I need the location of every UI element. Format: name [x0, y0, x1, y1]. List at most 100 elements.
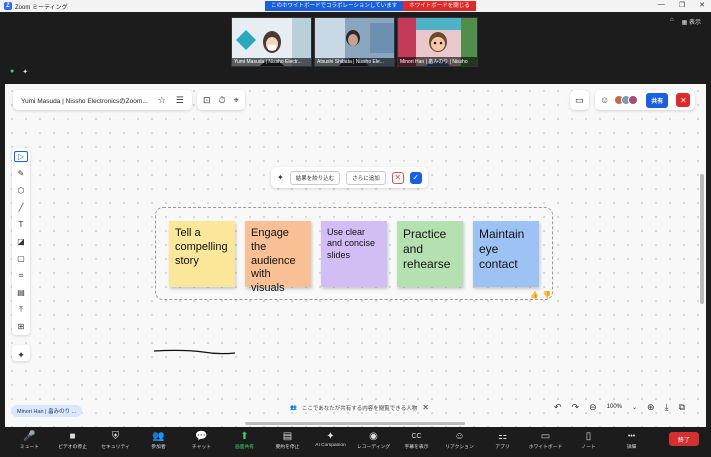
horizontal-scrollbar[interactable] — [245, 422, 465, 425]
present-icon[interactable]: ⊡ — [203, 95, 211, 106]
sticky-note[interactable]: Maintain eye contact — [473, 221, 539, 287]
chevron-down-icon[interactable]: ⌄ — [632, 404, 637, 411]
pen-icon[interactable]: ✎ — [14, 168, 28, 179]
whiteboard-title[interactable]: Yumi Masuda | Nissho ElectronicsのZoom... — [21, 95, 148, 105]
toolbar-notes[interactable]: ▯ ノート — [567, 427, 610, 450]
accept-icon[interactable]: ✓ — [409, 171, 422, 184]
toolbar-whiteboard[interactable]: ▭ ホワイトボード — [524, 427, 567, 450]
cursor-name-tag: Minori Han | 畠みのり ... — [11, 405, 83, 417]
star-icon[interactable]: ☆ — [158, 95, 166, 106]
reactions-icon: ☺ — [454, 431, 465, 442]
discard-icon[interactable]: ✕ — [391, 171, 404, 184]
toolbar-record[interactable]: ◉ レコーディング — [352, 427, 395, 450]
end-meeting-button[interactable]: 終了 — [669, 432, 699, 446]
minimap-icon[interactable]: ⧉ — [679, 402, 685, 413]
video-tile[interactable]: Minori Han | 畠みのり | Nissho — [397, 17, 478, 67]
comments-pill: ▭ — [570, 90, 589, 110]
table-icon[interactable]: ⌗ — [14, 270, 28, 281]
maximize-button[interactable]: ❐ — [679, 1, 685, 9]
ai-assist-button[interactable]: ✦ — [12, 345, 30, 361]
shapes-icon[interactable]: ⬡ — [14, 185, 28, 196]
meeting-status: ● ✦ — [10, 68, 28, 76]
toolbar-label: 画面共有 — [234, 445, 255, 450]
export-icon[interactable]: ⤓ — [665, 402, 669, 413]
narrow-results-button[interactable]: 結果を絞り込む — [289, 170, 341, 185]
share-button[interactable]: 共有 — [646, 92, 669, 108]
comment-tool-icon[interactable]: ▢ — [14, 253, 28, 264]
thumbs-up-icon[interactable]: 👍 — [530, 291, 539, 299]
collab-pill: ☺ 共有 ✕ — [595, 90, 696, 110]
toolbar-more[interactable]: ••• 詳細 — [610, 427, 653, 450]
minimize-button[interactable]: — — [658, 1, 665, 9]
toolbar-video[interactable]: ■ ビデオの停止 — [51, 427, 94, 450]
sticky-note[interactable]: Practice and rehearse — [397, 221, 463, 287]
sticky-note[interactable]: Use clear and concise slides — [321, 221, 387, 287]
pen-stroke[interactable] — [153, 346, 237, 358]
zoom-out-icon[interactable]: ⊖ — [589, 402, 597, 413]
toolbar-apps[interactable]: ⚏ アプリ — [481, 427, 524, 450]
whiteboard-canvas[interactable]: Yumi Masuda | Nissho ElectronicsのZoom...… — [5, 84, 706, 427]
security-shield-icon[interactable]: ● — [10, 68, 14, 76]
select-icon[interactable]: ▷ — [14, 151, 28, 162]
pointer-icon[interactable]: ⌖ — [234, 95, 239, 106]
toolbar-label: 要約を停止 — [275, 445, 300, 450]
ai-status-icon[interactable]: ✦ — [22, 68, 28, 76]
close-hint-icon[interactable]: ✕ — [422, 403, 429, 412]
toolbar-ai-companion[interactable]: ✦ AI Companion — [309, 427, 352, 448]
text-icon[interactable]: T — [14, 219, 28, 230]
close-whiteboard-button[interactable]: ✕ — [676, 93, 691, 107]
apps-icon: ⚏ — [498, 431, 507, 442]
toolbar-security[interactable]: ⛨ セキュリティ — [94, 427, 137, 450]
zoom-level[interactable]: 100% — [607, 404, 622, 410]
whiteboard-view-tools: ⊡ ⏱ ⌖ — [197, 90, 245, 110]
toolbar-reactions[interactable]: ☺ リアクション — [438, 427, 481, 450]
zoom-in-icon[interactable]: ⊕ — [647, 402, 655, 413]
toolbar-mute[interactable]: 🎤 ミュート — [8, 427, 51, 450]
toolbar-label: セキュリティ — [101, 445, 130, 450]
video-tile[interactable]: Atsushi Shibata | Nissho Ele... — [314, 17, 395, 67]
view-button[interactable]: ▦ 表示 — [682, 17, 701, 26]
redo-icon[interactable]: ↷ — [572, 402, 580, 413]
vertical-scrollbar[interactable] — [700, 174, 704, 304]
toolbar-label: レコーディング — [356, 445, 391, 450]
security-icon: ⛨ — [111, 431, 120, 442]
undo-icon[interactable]: ↶ — [554, 402, 562, 413]
toolbar-label: AI Companion — [315, 443, 346, 448]
thumbs-down-icon[interactable]: 👎 — [543, 291, 552, 299]
reaction-icon[interactable]: ☺ — [600, 95, 609, 105]
toolbar-participants[interactable]: 👥 参加者 — [137, 427, 180, 450]
add-more-button[interactable]: さらに追加 — [346, 170, 386, 185]
mic-icon: 🎤 — [23, 431, 36, 442]
summary-icon: ▤ — [282, 431, 293, 442]
toolbar-label: ホワイトボード — [528, 445, 563, 450]
tile-name: Minori Han | 畠みのり | Nissho — [398, 57, 477, 66]
line-icon[interactable]: ╱ — [14, 202, 28, 213]
toolbar-share-screen[interactable]: ⬆ 画面共有 — [223, 427, 266, 450]
sticky-note[interactable]: Tell a compelling story — [169, 221, 235, 287]
sparkle-icon: ✦ — [277, 173, 284, 182]
template-icon[interactable]: ▤ — [14, 287, 28, 298]
toolbar-chat[interactable]: 💬 チャット — [180, 427, 223, 450]
collab-banner: このホワイトボードでコラボレーションしています ホワイトボードを閉じる — [265, 1, 476, 11]
toolbar-summary[interactable]: ▤ 要約を停止 — [266, 427, 309, 450]
notes-icon: ▯ — [585, 431, 592, 442]
collaborator-avatars[interactable] — [614, 95, 639, 105]
comment-icon[interactable]: ▭ — [575, 95, 584, 106]
sparkle-icon: ✦ — [17, 350, 25, 360]
menu-icon[interactable]: ☰ — [176, 95, 184, 106]
gallery-toggle-icon[interactable]: ⌂ — [670, 17, 674, 26]
close-window-button[interactable]: ✕ — [699, 1, 705, 9]
toolbar-label: チャット — [191, 445, 212, 450]
sticky-note-icon[interactable]: ◪ — [14, 236, 28, 247]
tile-name: Atsushi Shibata | Nissho Ele... — [315, 58, 394, 66]
more-tools-icon[interactable]: ⊞ — [14, 321, 28, 332]
ai-result-bar: ✦ 結果を絞り込む さらに追加 ✕ ✓ — [271, 167, 428, 188]
stop-whiteboard-button[interactable]: ホワイトボードを閉じる — [403, 1, 476, 11]
sticky-note[interactable]: Engage the audience with visuals — [245, 221, 311, 294]
chat-icon: 💬 — [195, 431, 208, 442]
toolbar-captions[interactable]: CC 字幕を表示 — [395, 427, 438, 450]
video-tile[interactable]: Yumi Masuda | Nissho Electr... — [231, 17, 312, 67]
timer-icon[interactable]: ⏱ — [219, 95, 226, 106]
upload-icon[interactable]: ⤒ — [14, 304, 28, 315]
feedback-buttons: 👍 👎 — [530, 291, 551, 299]
